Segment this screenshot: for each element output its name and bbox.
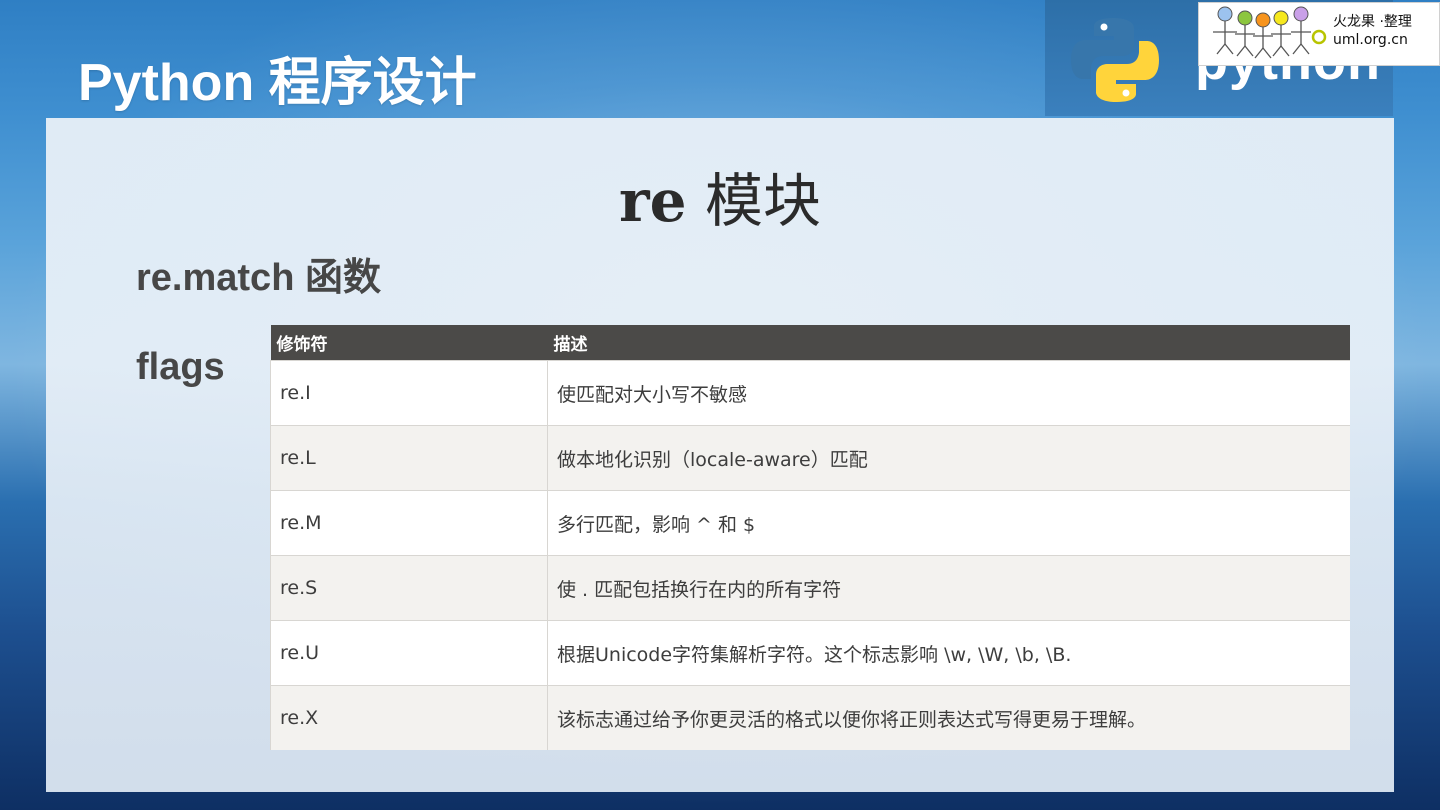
flag-name: re.I — [270, 360, 548, 426]
badge-name: 火龙果 ·整理 — [1333, 14, 1412, 30]
header-description: 描述 — [547, 325, 1350, 361]
table-header-row: 修饰符 描述 — [270, 325, 1350, 361]
content-panel: re 模块 re.match 函数 flags 修饰符 描述 re.I 使匹配对… — [46, 118, 1394, 792]
flags-label: flags — [136, 346, 225, 388]
badge-url: uml.org.cn — [1333, 32, 1408, 48]
flag-name: re.X — [270, 685, 548, 750]
header-modifier: 修饰符 — [270, 325, 548, 361]
table-row: re.X 该标志通过给予你更灵活的格式以便你将正则表达式写得更易于理解。 — [270, 685, 1350, 750]
slide-title: re 模块 — [46, 154, 1394, 238]
flag-description: 根据Unicode字符集解析字符。这个标志影响 \w, \W, \b, \B. — [547, 620, 1350, 686]
flag-name: re.U — [270, 620, 548, 686]
flag-name: re.M — [270, 490, 548, 556]
flag-description: 使 . 匹配包括换行在内的所有字符 — [547, 555, 1350, 621]
flag-description: 多行匹配，影响 ^ 和 $ — [547, 490, 1350, 556]
deck-title: Python 程序设计 — [78, 54, 477, 112]
flag-name: re.L — [270, 425, 548, 491]
table-row: re.S 使 . 匹配包括换行在内的所有字符 — [270, 555, 1350, 621]
subtitle: re.match 函数 — [136, 257, 381, 299]
slide-title-rest: 模块 — [704, 167, 821, 235]
table-row: re.M 多行匹配，影响 ^ 和 $ — [270, 490, 1350, 556]
flags-table: 修饰符 描述 re.I 使匹配对大小写不敏感 re.L 做本地化识别（local… — [270, 325, 1350, 750]
stick-figures-logo-icon — [1213, 6, 1327, 59]
table-row: re.L 做本地化识别（locale-aware）匹配 — [270, 425, 1350, 491]
watermark-badge: 火龙果 ·整理 uml.org.cn — [1198, 2, 1440, 66]
flag-description: 该标志通过给予你更灵活的格式以便你将正则表达式写得更易于理解。 — [547, 685, 1350, 750]
python-logo-icon — [1071, 18, 1159, 102]
slide-title-keyword: re — [619, 167, 687, 235]
flag-description: 做本地化识别（locale-aware）匹配 — [547, 425, 1350, 491]
table-row: re.U 根据Unicode字符集解析字符。这个标志影响 \w, \W, \b,… — [270, 620, 1350, 686]
flag-name: re.S — [270, 555, 548, 621]
flag-description: 使匹配对大小写不敏感 — [547, 360, 1350, 426]
table-row: re.I 使匹配对大小写不敏感 — [270, 360, 1350, 426]
